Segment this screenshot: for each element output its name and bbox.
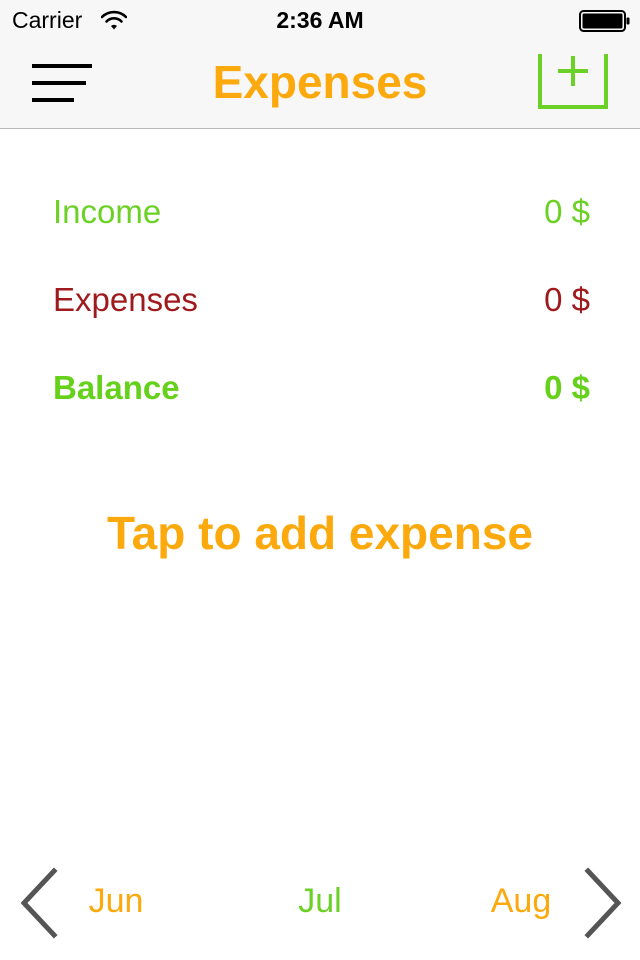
status-time: 2:36 AM bbox=[276, 7, 364, 33]
add-expense-prompt[interactable]: Tap to add expense bbox=[0, 503, 640, 563]
month-navigator: Jun Jul Aug bbox=[0, 860, 640, 940]
month-previous[interactable]: Jun bbox=[56, 880, 176, 922]
chevron-right-icon[interactable] bbox=[580, 867, 626, 939]
status-bar: Carrier 2:36 AM bbox=[0, 0, 640, 40]
navigation-bar: Expenses bbox=[0, 40, 640, 129]
balance-value: 0 $ bbox=[544, 369, 590, 406]
month-current[interactable]: Jul bbox=[260, 880, 380, 922]
income-row: Income 0 $ bbox=[53, 190, 590, 234]
expenses-label: Expenses bbox=[53, 281, 198, 318]
battery-icon bbox=[579, 10, 630, 32]
income-label: Income bbox=[53, 193, 162, 230]
month-next[interactable]: Aug bbox=[461, 880, 581, 922]
balance-row: Balance 0 $ bbox=[53, 366, 590, 410]
income-value: 0 $ bbox=[544, 193, 590, 230]
expenses-row: Expenses 0 $ bbox=[53, 278, 590, 322]
add-box-icon[interactable] bbox=[534, 54, 612, 112]
balance-label: Balance bbox=[53, 369, 180, 406]
expenses-value: 0 $ bbox=[544, 281, 590, 318]
